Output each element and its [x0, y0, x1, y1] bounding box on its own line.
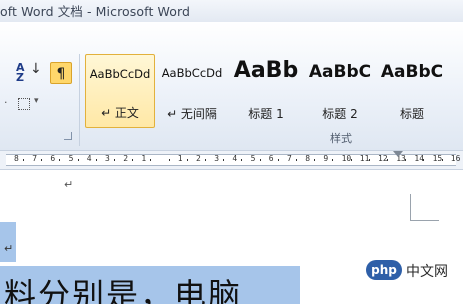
border-icon: [18, 98, 30, 110]
ruler-tick: [314, 159, 316, 161]
margin-corner-mark: [410, 194, 439, 221]
ruler-tick: [223, 159, 225, 161]
ruler-number: 16: [450, 154, 461, 163]
style-sample: AaBbCcDd: [89, 67, 151, 81]
ruler-tick: [277, 159, 279, 161]
style-sample: AaBbC: [380, 62, 444, 82]
ruler-tick: [77, 159, 79, 161]
ruler-number: 1: [177, 154, 183, 163]
style-sample: AaBb: [233, 58, 299, 83]
ruler-number: 7: [287, 154, 292, 163]
ruler-tick: [114, 159, 115, 161]
ruler-tick: [350, 159, 352, 161]
ruler-tick: [387, 159, 388, 161]
borders-button[interactable]: · ▾: [0, 96, 48, 114]
horizontal-ruler[interactable]: 8 7 6 5 4 3 2 1 1 2 3 4 5 6 7 8 9 10 11 12 13 14 15 16: [0, 150, 463, 170]
style-name: 标题: [399, 107, 424, 121]
dropdown-dot-icon: ·: [4, 96, 8, 109]
ruler-tick: [41, 159, 43, 161]
ruler-tick: [405, 159, 407, 161]
ruler-tick: [368, 159, 370, 161]
selected-text-line[interactable]: 料分别是，电脑: [0, 266, 300, 304]
show-paragraph-marks-button[interactable]: ¶: [50, 62, 72, 84]
watermark: php 中文网: [366, 260, 454, 282]
ruler-number: 5: [250, 154, 256, 163]
ruler-tick: [259, 159, 261, 161]
ruler-tick: [23, 159, 24, 161]
style-sample: AaBbC: [308, 62, 372, 82]
style-sample: AaBbCcDd: [161, 66, 223, 80]
ruler-number: 1: [141, 154, 147, 163]
title-bar: oft Word 文档 - Microsoft Word: [0, 0, 463, 22]
paragraph-mark: ↵: [4, 242, 14, 255]
php-logo: php: [366, 260, 402, 280]
style-name: 标题 1: [248, 107, 284, 121]
document-area[interactable]: ↵ ↵ 料分别是，电脑: [0, 170, 463, 304]
selected-text: 料分别是，电脑: [4, 276, 243, 304]
styles-gallery: AaBbCcDd ↵ 正文 AaBbCcDd ↵ 无间隔 AaBb 标题 1 A…: [83, 52, 463, 134]
style-title[interactable]: AaBbC 标题: [377, 54, 447, 128]
ruler-tick: [241, 159, 243, 161]
ruler-number: 6: [50, 154, 56, 163]
ruler-tick: [441, 159, 443, 161]
ruler-number: 6: [268, 154, 274, 163]
ruler-number: 5: [68, 154, 74, 163]
right-indent-marker[interactable]: [393, 151, 403, 157]
watermark-text: 中文网: [406, 264, 448, 280]
sort-arrow-icon: ↓: [30, 61, 42, 77]
style-name: 标题 2: [322, 107, 358, 121]
ruler-number: 9: [323, 154, 329, 163]
dialog-launcher-icon[interactable]: [64, 132, 72, 140]
style-name: ↵ 无间隔: [167, 107, 217, 121]
paragraph-group: A Z ↓ ¶ · ▾: [0, 22, 80, 150]
ruler-tick: [168, 159, 170, 161]
ruler-tick: [132, 159, 134, 161]
style-normal[interactable]: AaBbCcDd ↵ 正文: [85, 54, 155, 128]
ruler-number: 2: [123, 154, 129, 163]
chevron-down-icon: ▾: [34, 96, 39, 106]
window-title: oft Word 文档 - Microsoft Word: [0, 4, 191, 19]
ruler-tick: [332, 159, 334, 161]
ruler-tick: [59, 159, 61, 161]
ruler-tick: [296, 159, 297, 161]
ruler-number: 3: [105, 154, 110, 163]
ruler-number: 2: [196, 154, 201, 163]
ruler-tick: [150, 159, 152, 161]
ribbon: A Z ↓ ¶ · ▾ AaBbCcDd ↵ 正文 AaBbCcDd ↵ 无间隔…: [0, 22, 463, 150]
ruler-tick: [423, 159, 425, 161]
ruler-tick: [95, 159, 97, 161]
style-name: ↵ 正文: [101, 106, 139, 120]
sort-button[interactable]: A Z ↓: [16, 61, 42, 84]
group-divider: [79, 54, 80, 146]
paragraph-mark: ↵: [64, 178, 74, 191]
ruler-number: 7: [32, 154, 38, 163]
ruler-number: 4: [232, 154, 238, 163]
ruler-number: 8: [305, 154, 311, 163]
ruler-tick: [186, 159, 188, 161]
ruler-tick: [205, 159, 206, 161]
style-heading-1[interactable]: AaBb 标题 1: [231, 54, 301, 128]
ruler-number: 4: [86, 154, 92, 163]
styles-group-label: 样式: [330, 132, 352, 145]
ruler-number: 8: [14, 154, 19, 163]
style-no-spacing[interactable]: AaBbCcDd ↵ 无间隔: [157, 54, 227, 128]
paragraph-mark-icon: ¶: [56, 66, 66, 82]
style-heading-2[interactable]: AaBbC 标题 2: [305, 54, 375, 128]
sort-z-label: Z: [16, 71, 24, 84]
ruler-number: 3: [214, 154, 220, 163]
ruler-strip: [6, 154, 456, 166]
